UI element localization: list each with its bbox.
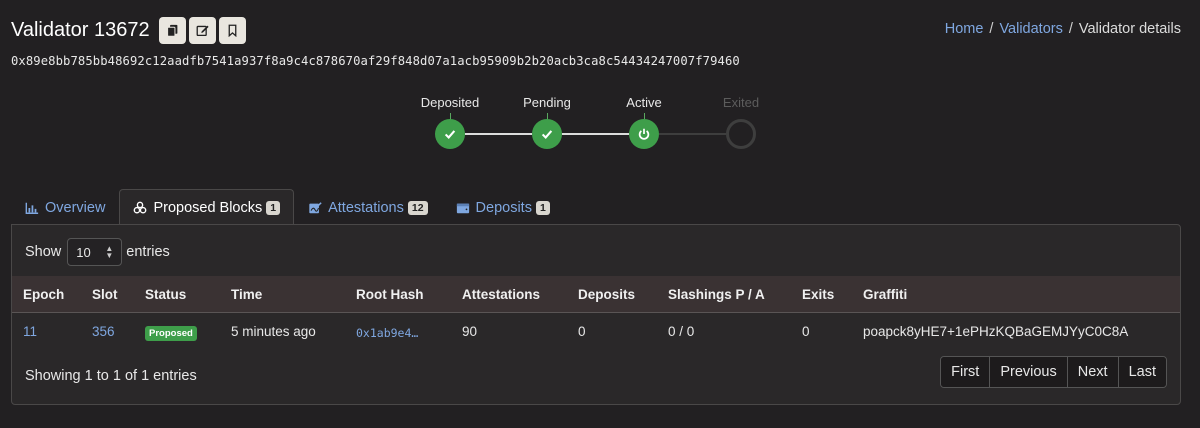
epoch-link[interactable]: 11	[23, 324, 37, 339]
column-header[interactable]: Attestations	[462, 287, 540, 302]
tab-proposed-blocks[interactable]: Proposed Blocks 1	[119, 189, 295, 225]
tab-label: Attestations	[328, 199, 404, 216]
slot-cell: 356	[92, 324, 115, 339]
slot-link[interactable]: 356	[92, 324, 115, 339]
count-badge: 1	[266, 200, 281, 215]
page-size-select[interactable]: 10 ▲ ▼	[67, 238, 123, 266]
column-header[interactable]: Epoch	[23, 287, 64, 302]
step-label-active: Active	[626, 95, 662, 110]
tab-deposits[interactable]: Deposits 1	[442, 189, 564, 225]
column-header[interactable]: Slashings P / A	[668, 287, 765, 302]
step-label-exited: Exited	[722, 95, 760, 110]
count-badge: 1	[535, 200, 550, 215]
power-icon	[638, 128, 650, 140]
graffiti-cell: poapck8yHE7+1ePHzKQBaGEMJYyC0C8A	[863, 324, 1129, 339]
tab-overview[interactable]: Overview	[11, 189, 119, 225]
step-connector	[465, 133, 532, 135]
entries-label: entries	[126, 244, 170, 260]
attestations-cell: 90	[462, 324, 478, 339]
slashings-cell: 0 / 0	[668, 324, 695, 339]
page-size-value: 10	[76, 244, 91, 260]
proposed-blocks-panel: Show 10 ▲ ▼ entries Epoch Slot Status Tim…	[11, 224, 1181, 405]
step-pending	[532, 119, 562, 149]
page-size-control: Show 10 ▲ ▼ entries	[25, 238, 170, 266]
pagination: First Previous Next Last	[940, 356, 1167, 388]
column-header[interactable]: Time	[231, 287, 262, 302]
tab-label: Deposits	[475, 199, 532, 216]
next-page-button[interactable]: Next	[1067, 357, 1119, 387]
count-badge: 12	[407, 200, 428, 215]
chart-icon	[25, 202, 39, 214]
step-label-deposited: Deposited	[420, 95, 480, 110]
column-header[interactable]: Root Hash	[356, 287, 424, 302]
column-header[interactable]: Deposits	[578, 287, 635, 302]
column-header[interactable]: Slot	[92, 287, 118, 302]
time-cell: 5 minutes ago	[231, 324, 316, 339]
table-info: Showing 1 to 1 of 1 entries	[25, 368, 197, 384]
lifecycle-progress: Deposited Pending Active Exited	[0, 0, 1200, 160]
chevron-updown-icon: ▲ ▼	[105, 244, 114, 260]
check-icon	[444, 130, 456, 140]
previous-page-button[interactable]: Previous	[990, 357, 1068, 387]
root-hash-link[interactable]: 0x1ab9e4…	[356, 326, 418, 340]
step-deposited	[435, 119, 465, 149]
check-icon	[541, 130, 553, 140]
tab-label: Overview	[45, 199, 106, 216]
epoch-cell: 11	[23, 324, 37, 339]
step-active	[629, 119, 659, 149]
cubes-icon	[134, 201, 147, 214]
tab-attestations[interactable]: Attestations 12	[294, 189, 441, 225]
deposits-cell: 0	[578, 324, 586, 339]
first-page-button[interactable]: First	[941, 357, 991, 387]
show-label: Show	[25, 244, 62, 260]
signature-icon	[309, 201, 322, 213]
table-header: Epoch Slot Status Time Root Hash Attesta…	[12, 276, 1180, 313]
status-badge: Proposed	[145, 326, 197, 341]
status-cell: Proposed	[145, 324, 197, 341]
step-label-pending: Pending	[523, 95, 571, 110]
column-header[interactable]: Status	[145, 287, 186, 302]
step-connector	[659, 133, 726, 135]
step-connector	[562, 133, 629, 135]
exits-cell: 0	[802, 324, 810, 339]
column-header[interactable]: Exits	[802, 287, 834, 302]
column-header[interactable]: Graffiti	[863, 287, 907, 302]
step-exited	[726, 119, 756, 149]
table-row: 11 356 Proposed 5 minutes ago 0x1ab9e4… …	[12, 314, 1180, 350]
tab-bar: Overview Proposed Blocks 1 Attestations …	[11, 189, 564, 225]
last-page-button[interactable]: Last	[1118, 357, 1166, 387]
wallet-icon	[456, 203, 469, 213]
tab-label: Proposed Blocks	[153, 199, 263, 216]
